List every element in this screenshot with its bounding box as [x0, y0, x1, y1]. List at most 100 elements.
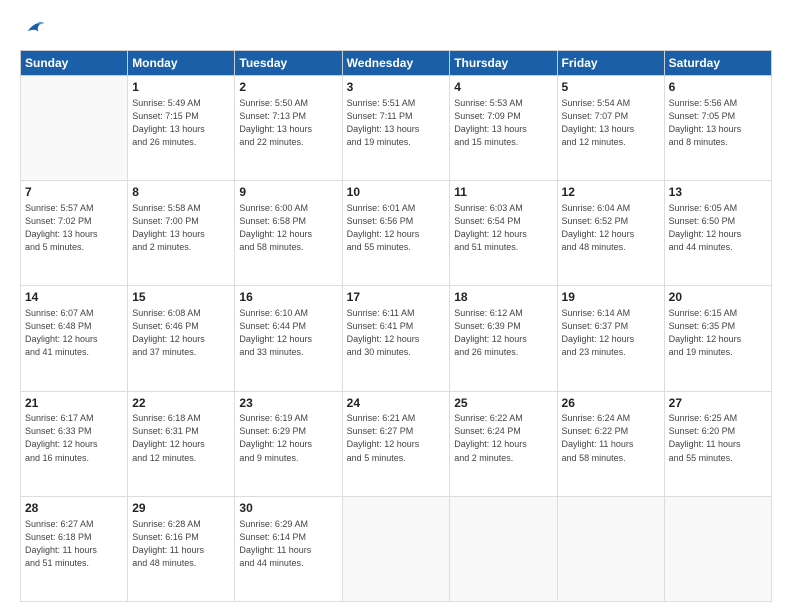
weekday-header-thursday: Thursday [450, 51, 557, 76]
day-number: 16 [239, 289, 337, 306]
calendar-day-cell: 17Sunrise: 6:11 AM Sunset: 6:41 PM Dayli… [342, 286, 450, 391]
calendar-day-cell: 12Sunrise: 6:04 AM Sunset: 6:52 PM Dayli… [557, 181, 664, 286]
day-number: 19 [562, 289, 660, 306]
day-number: 29 [132, 500, 230, 517]
day-info: Sunrise: 6:17 AM Sunset: 6:33 PM Dayligh… [25, 412, 123, 464]
day-info: Sunrise: 5:58 AM Sunset: 7:00 PM Dayligh… [132, 202, 230, 254]
day-info: Sunrise: 5:51 AM Sunset: 7:11 PM Dayligh… [347, 97, 446, 149]
day-number: 1 [132, 79, 230, 96]
day-info: Sunrise: 6:29 AM Sunset: 6:14 PM Dayligh… [239, 518, 337, 570]
day-info: Sunrise: 5:54 AM Sunset: 7:07 PM Dayligh… [562, 97, 660, 149]
calendar-day-cell: 24Sunrise: 6:21 AM Sunset: 6:27 PM Dayli… [342, 391, 450, 496]
day-info: Sunrise: 6:05 AM Sunset: 6:50 PM Dayligh… [669, 202, 767, 254]
calendar-day-cell: 4Sunrise: 5:53 AM Sunset: 7:09 PM Daylig… [450, 76, 557, 181]
day-info: Sunrise: 6:08 AM Sunset: 6:46 PM Dayligh… [132, 307, 230, 359]
calendar-week-row: 14Sunrise: 6:07 AM Sunset: 6:48 PM Dayli… [21, 286, 772, 391]
day-info: Sunrise: 5:56 AM Sunset: 7:05 PM Dayligh… [669, 97, 767, 149]
day-number: 14 [25, 289, 123, 306]
day-number: 25 [454, 395, 552, 412]
calendar-day-cell: 9Sunrise: 6:00 AM Sunset: 6:58 PM Daylig… [235, 181, 342, 286]
calendar-day-cell: 19Sunrise: 6:14 AM Sunset: 6:37 PM Dayli… [557, 286, 664, 391]
day-number: 22 [132, 395, 230, 412]
calendar-day-cell: 22Sunrise: 6:18 AM Sunset: 6:31 PM Dayli… [128, 391, 235, 496]
calendar-week-row: 21Sunrise: 6:17 AM Sunset: 6:33 PM Dayli… [21, 391, 772, 496]
weekday-header-sunday: Sunday [21, 51, 128, 76]
calendar-day-cell: 14Sunrise: 6:07 AM Sunset: 6:48 PM Dayli… [21, 286, 128, 391]
calendar-week-row: 7Sunrise: 5:57 AM Sunset: 7:02 PM Daylig… [21, 181, 772, 286]
weekday-header-friday: Friday [557, 51, 664, 76]
day-info: Sunrise: 6:11 AM Sunset: 6:41 PM Dayligh… [347, 307, 446, 359]
day-number: 28 [25, 500, 123, 517]
day-number: 18 [454, 289, 552, 306]
calendar-day-cell: 20Sunrise: 6:15 AM Sunset: 6:35 PM Dayli… [664, 286, 771, 391]
day-number: 13 [669, 184, 767, 201]
day-number: 26 [562, 395, 660, 412]
calendar-day-cell: 25Sunrise: 6:22 AM Sunset: 6:24 PM Dayli… [450, 391, 557, 496]
day-number: 7 [25, 184, 123, 201]
day-info: Sunrise: 5:53 AM Sunset: 7:09 PM Dayligh… [454, 97, 552, 149]
weekday-header-row: SundayMondayTuesdayWednesdayThursdayFrid… [21, 51, 772, 76]
day-number: 10 [347, 184, 446, 201]
day-number: 20 [669, 289, 767, 306]
page: SundayMondayTuesdayWednesdayThursdayFrid… [0, 0, 792, 612]
calendar-day-cell: 21Sunrise: 6:17 AM Sunset: 6:33 PM Dayli… [21, 391, 128, 496]
calendar-day-cell [450, 496, 557, 601]
calendar-day-cell: 18Sunrise: 6:12 AM Sunset: 6:39 PM Dayli… [450, 286, 557, 391]
day-number: 8 [132, 184, 230, 201]
header [20, 18, 772, 40]
calendar-day-cell: 29Sunrise: 6:28 AM Sunset: 6:16 PM Dayli… [128, 496, 235, 601]
day-number: 30 [239, 500, 337, 517]
calendar-day-cell: 13Sunrise: 6:05 AM Sunset: 6:50 PM Dayli… [664, 181, 771, 286]
day-info: Sunrise: 6:21 AM Sunset: 6:27 PM Dayligh… [347, 412, 446, 464]
day-info: Sunrise: 6:18 AM Sunset: 6:31 PM Dayligh… [132, 412, 230, 464]
day-info: Sunrise: 6:00 AM Sunset: 6:58 PM Dayligh… [239, 202, 337, 254]
day-number: 15 [132, 289, 230, 306]
day-number: 6 [669, 79, 767, 96]
day-info: Sunrise: 6:12 AM Sunset: 6:39 PM Dayligh… [454, 307, 552, 359]
day-info: Sunrise: 6:07 AM Sunset: 6:48 PM Dayligh… [25, 307, 123, 359]
logo-bird-icon [22, 18, 44, 40]
calendar-day-cell: 3Sunrise: 5:51 AM Sunset: 7:11 PM Daylig… [342, 76, 450, 181]
day-info: Sunrise: 6:15 AM Sunset: 6:35 PM Dayligh… [669, 307, 767, 359]
weekday-header-saturday: Saturday [664, 51, 771, 76]
calendar-day-cell: 10Sunrise: 6:01 AM Sunset: 6:56 PM Dayli… [342, 181, 450, 286]
day-number: 27 [669, 395, 767, 412]
day-number: 11 [454, 184, 552, 201]
calendar-week-row: 28Sunrise: 6:27 AM Sunset: 6:18 PM Dayli… [21, 496, 772, 601]
calendar-day-cell: 2Sunrise: 5:50 AM Sunset: 7:13 PM Daylig… [235, 76, 342, 181]
calendar-day-cell [342, 496, 450, 601]
day-number: 3 [347, 79, 446, 96]
calendar-body: 1Sunrise: 5:49 AM Sunset: 7:15 PM Daylig… [21, 76, 772, 602]
day-number: 23 [239, 395, 337, 412]
logo-text [20, 18, 44, 40]
calendar-day-cell [21, 76, 128, 181]
day-number: 2 [239, 79, 337, 96]
calendar-week-row: 1Sunrise: 5:49 AM Sunset: 7:15 PM Daylig… [21, 76, 772, 181]
day-number: 4 [454, 79, 552, 96]
day-info: Sunrise: 6:25 AM Sunset: 6:20 PM Dayligh… [669, 412, 767, 464]
calendar-day-cell: 27Sunrise: 6:25 AM Sunset: 6:20 PM Dayli… [664, 391, 771, 496]
calendar-day-cell [557, 496, 664, 601]
calendar-day-cell: 6Sunrise: 5:56 AM Sunset: 7:05 PM Daylig… [664, 76, 771, 181]
weekday-header-monday: Monday [128, 51, 235, 76]
day-number: 12 [562, 184, 660, 201]
day-number: 24 [347, 395, 446, 412]
day-info: Sunrise: 6:28 AM Sunset: 6:16 PM Dayligh… [132, 518, 230, 570]
calendar-day-cell: 30Sunrise: 6:29 AM Sunset: 6:14 PM Dayli… [235, 496, 342, 601]
day-number: 5 [562, 79, 660, 96]
calendar-day-cell: 26Sunrise: 6:24 AM Sunset: 6:22 PM Dayli… [557, 391, 664, 496]
day-info: Sunrise: 6:03 AM Sunset: 6:54 PM Dayligh… [454, 202, 552, 254]
day-info: Sunrise: 5:49 AM Sunset: 7:15 PM Dayligh… [132, 97, 230, 149]
logo [20, 18, 44, 40]
calendar-day-cell [664, 496, 771, 601]
calendar-day-cell: 5Sunrise: 5:54 AM Sunset: 7:07 PM Daylig… [557, 76, 664, 181]
calendar-day-cell: 7Sunrise: 5:57 AM Sunset: 7:02 PM Daylig… [21, 181, 128, 286]
calendar-day-cell: 8Sunrise: 5:58 AM Sunset: 7:00 PM Daylig… [128, 181, 235, 286]
calendar-header: SundayMondayTuesdayWednesdayThursdayFrid… [21, 51, 772, 76]
day-info: Sunrise: 5:50 AM Sunset: 7:13 PM Dayligh… [239, 97, 337, 149]
calendar-day-cell: 23Sunrise: 6:19 AM Sunset: 6:29 PM Dayli… [235, 391, 342, 496]
day-info: Sunrise: 6:01 AM Sunset: 6:56 PM Dayligh… [347, 202, 446, 254]
calendar-day-cell: 1Sunrise: 5:49 AM Sunset: 7:15 PM Daylig… [128, 76, 235, 181]
weekday-header-wednesday: Wednesday [342, 51, 450, 76]
day-number: 9 [239, 184, 337, 201]
